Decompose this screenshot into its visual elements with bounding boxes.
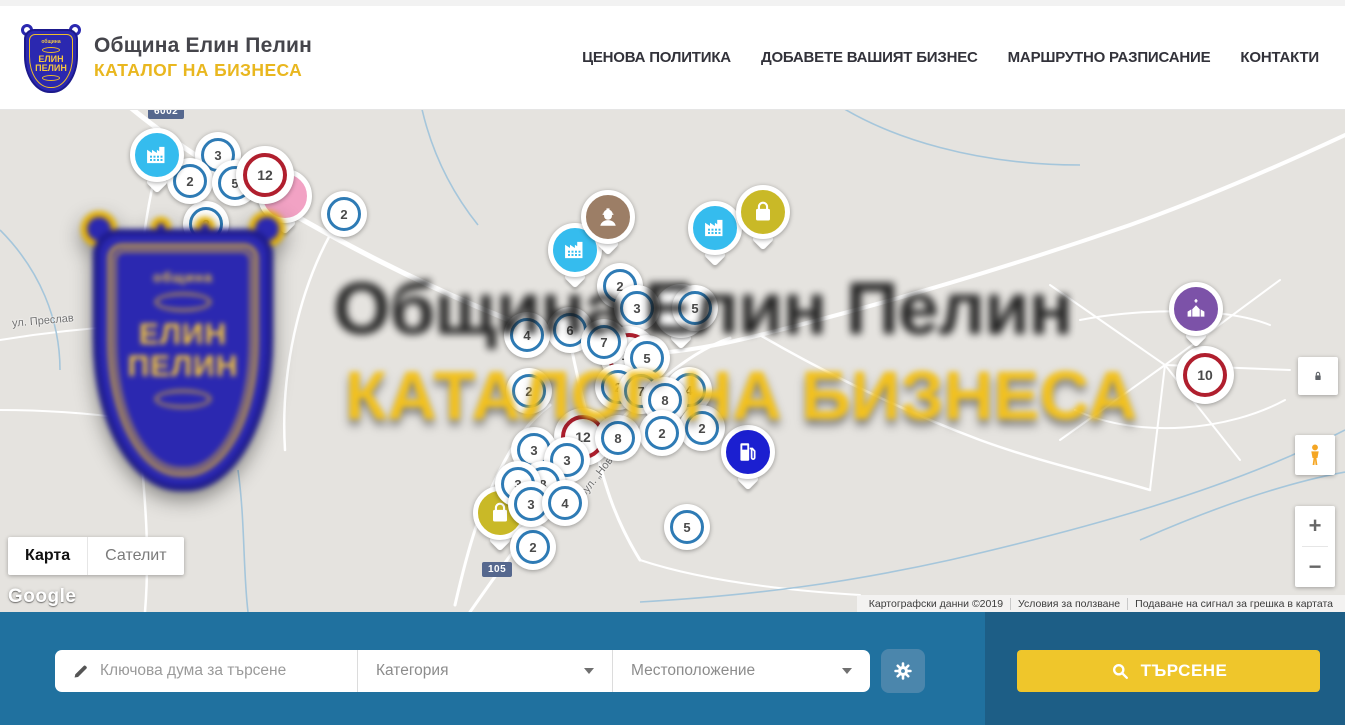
- church-icon: [1169, 282, 1223, 336]
- cluster-marker[interactable]: 5: [664, 504, 710, 550]
- zoom-control: + −: [1295, 506, 1335, 587]
- keyword-search-input[interactable]: [100, 662, 357, 680]
- search-bar: Категория Местоположение ТЪРСЕНЕ: [0, 612, 1345, 725]
- emblem-ornament: [42, 75, 60, 81]
- map-type-map-button[interactable]: Карта: [8, 537, 87, 575]
- search-panel: Категория Местоположение: [55, 650, 870, 692]
- category-select-label: Категория: [376, 662, 448, 680]
- factory-pin-marker[interactable]: [688, 201, 742, 255]
- factory-pin-marker[interactable]: [130, 128, 184, 182]
- cluster-marker[interactable]: 5: [672, 285, 718, 331]
- cluster-marker[interactable]: 4: [542, 480, 588, 526]
- map-type-satellite-button[interactable]: Сателит: [87, 537, 183, 575]
- pencil-icon: [71, 662, 90, 681]
- chevron-down-icon: [842, 668, 852, 674]
- fuel-icon: [721, 425, 775, 479]
- church-pin-marker[interactable]: [1169, 282, 1223, 336]
- google-logo[interactable]: Google: [8, 586, 76, 608]
- attribution-terms-link[interactable]: Условия за ползване: [1018, 598, 1120, 610]
- header: община ЕЛИН ПЕЛИН Община Елин Пелин КАТА…: [0, 0, 1345, 110]
- cluster-count: 2: [512, 374, 546, 408]
- cluster-count: 2: [645, 416, 679, 450]
- municipality-logo: община ЕЛИН ПЕЛИН: [22, 25, 80, 91]
- cluster-count: 3: [620, 291, 654, 325]
- map-attribution: Картографски данни ©2019 Условия за полз…: [857, 595, 1345, 612]
- cluster-marker[interactable]: 7: [581, 319, 627, 365]
- advanced-settings-button[interactable]: [881, 649, 925, 693]
- road-label: 105: [482, 562, 512, 577]
- map-canvas[interactable]: 6002 105 бул. „Новосел ул. Преслав 23251…: [0, 110, 1345, 612]
- cluster-count: 10: [1183, 353, 1227, 397]
- location-select-label: Местоположение: [631, 662, 755, 680]
- cluster-count: 2: [327, 197, 361, 231]
- nav-contacts[interactable]: КОНТАКТИ: [1240, 49, 1319, 66]
- factory-icon: [688, 201, 742, 255]
- cluster-count: 5: [678, 291, 712, 325]
- cluster-count: 2: [685, 411, 719, 445]
- cluster-count: 4: [548, 486, 582, 520]
- emblem-text: ЕЛИН: [38, 55, 63, 64]
- nav-pricing[interactable]: ЦЕНОВА ПОЛИТИКА: [582, 49, 731, 66]
- cluster-marker[interactable]: 2: [679, 405, 725, 451]
- emblem-shield: община ЕЛИН ПЕЛИН: [26, 31, 76, 91]
- bag-icon: [736, 185, 790, 239]
- cluster-marker[interactable]: 8: [595, 415, 641, 461]
- site-subtitle: КАТАЛОГ НА БИЗНЕСА: [94, 60, 312, 81]
- worker-pin-marker[interactable]: [581, 190, 635, 244]
- nav-add-business[interactable]: ДОБАВЕТЕ ВАШИЯТ БИЗНЕС: [761, 49, 978, 66]
- cluster-count: 2: [189, 207, 223, 241]
- attribution-report-link[interactable]: Подаване на сигнал за грешка в картата: [1135, 598, 1333, 610]
- brand-home-link[interactable]: община ЕЛИН ПЕЛИН Община Елин Пелин КАТА…: [22, 25, 312, 91]
- factory-icon: [130, 128, 184, 182]
- zoom-in-button[interactable]: +: [1295, 506, 1335, 546]
- cluster-marker[interactable]: 2: [639, 410, 685, 456]
- cluster-count: 2: [516, 530, 550, 564]
- lock-icon: [1310, 368, 1326, 384]
- page: община ЕЛИН ПЕЛИН Община Елин Пелин КАТА…: [0, 0, 1345, 725]
- emblem-text: община: [41, 39, 60, 45]
- location-select[interactable]: Местоположение: [613, 650, 870, 692]
- cluster-marker[interactable]: 3: [614, 285, 660, 331]
- cluster-marker[interactable]: 2: [510, 524, 556, 570]
- cluster-marker[interactable]: 10: [1176, 346, 1234, 404]
- site-title: Община Елин Пелин: [94, 34, 312, 58]
- cluster-count: 8: [601, 421, 635, 455]
- cluster-marker[interactable]: 2: [183, 201, 229, 247]
- category-select[interactable]: Категория: [358, 650, 613, 692]
- map-type-control: Карта Сателит: [8, 537, 184, 575]
- nav-route-schedule[interactable]: МАРШРУТНО РАЗПИСАНИЕ: [1008, 49, 1211, 66]
- main-nav: ЦЕНОВА ПОЛИТИКА ДОБАВЕТЕ ВАШИЯТ БИЗНЕС М…: [582, 49, 1319, 66]
- cluster-count: 7: [587, 325, 621, 359]
- chevron-down-icon: [584, 668, 594, 674]
- fullscreen-lock-button[interactable]: [1298, 357, 1338, 395]
- cluster-marker[interactable]: 12: [236, 146, 294, 204]
- cluster-marker[interactable]: 4: [504, 312, 550, 358]
- magnifier-icon: [1110, 661, 1130, 681]
- cluster-count: 5: [670, 510, 704, 544]
- road-label: 6002: [148, 110, 184, 119]
- search-button[interactable]: ТЪРСЕНЕ: [1017, 650, 1320, 692]
- emblem-ornament: [42, 47, 60, 53]
- keyword-field-wrap: [55, 650, 358, 692]
- gear-icon: [892, 660, 914, 682]
- attribution-copyright: Картографски данни ©2019: [862, 598, 1010, 610]
- bag-pin-marker[interactable]: [736, 185, 790, 239]
- cluster-count: 12: [243, 153, 287, 197]
- cluster-count: 4: [510, 318, 544, 352]
- search-button-label: ТЪРСЕНЕ: [1141, 661, 1228, 681]
- fuel-pin-marker[interactable]: [721, 425, 775, 479]
- worker-icon: [581, 190, 635, 244]
- street-view-pegman-button[interactable]: [1295, 435, 1335, 475]
- emblem-text: ПЕЛИН: [35, 64, 67, 73]
- brand-text: Община Елин Пелин КАТАЛОГ НА БИЗНЕСА: [94, 34, 312, 81]
- zoom-out-button[interactable]: −: [1295, 547, 1335, 587]
- pegman-icon: [1302, 442, 1328, 468]
- cluster-marker[interactable]: 2: [321, 191, 367, 237]
- cluster-marker[interactable]: 2: [506, 368, 552, 414]
